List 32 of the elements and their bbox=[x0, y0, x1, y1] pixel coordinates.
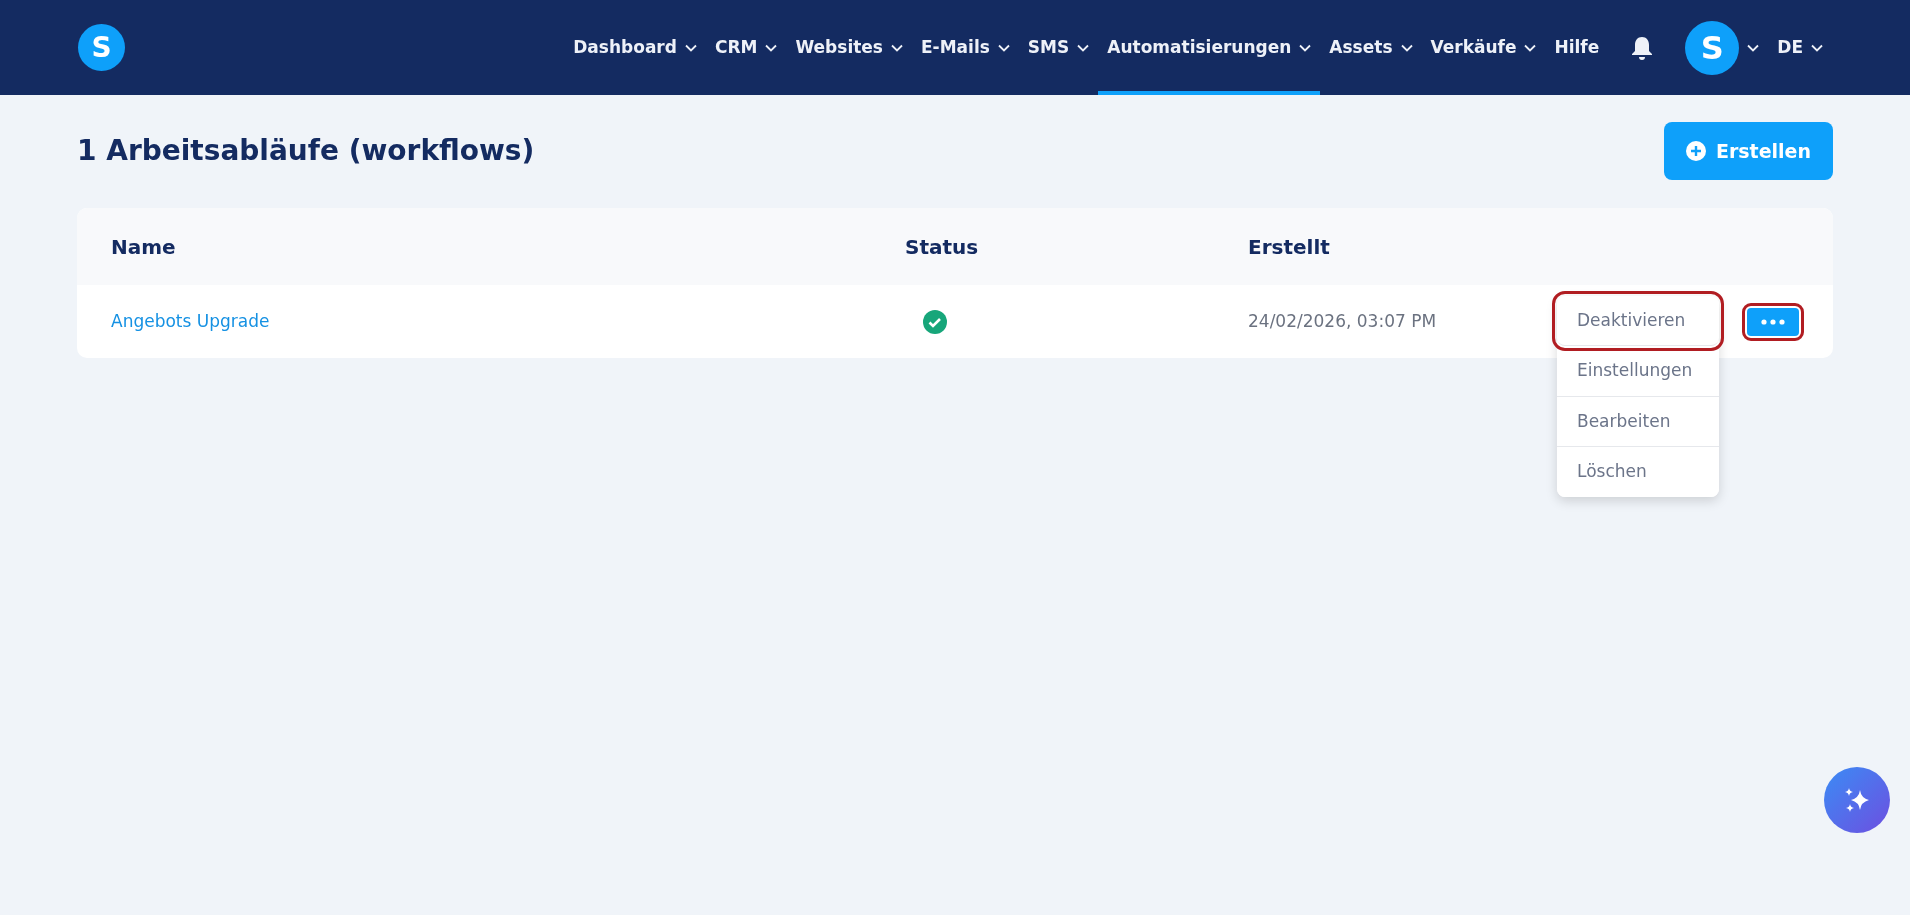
caret-icon bbox=[1524, 43, 1537, 52]
more-icon bbox=[1761, 318, 1785, 325]
caret-icon bbox=[1077, 43, 1090, 52]
nav-item[interactable]: SMS bbox=[1018, 0, 1099, 95]
nav-item[interactable]: Verkäufe bbox=[1421, 0, 1546, 95]
caret-icon bbox=[1811, 43, 1823, 52]
caret-icon bbox=[1299, 43, 1312, 52]
caret-icon bbox=[1400, 43, 1413, 52]
nav-item[interactable]: CRM bbox=[705, 0, 787, 95]
menu-item[interactable]: Bearbeiten bbox=[1557, 396, 1719, 447]
created-date: 24/02/2026, 03:07 PM bbox=[1248, 309, 1437, 333]
nav-item[interactable]: Automatisierungen bbox=[1098, 0, 1321, 95]
caret-icon bbox=[684, 43, 697, 52]
nav-item[interactable]: Hilfe bbox=[1545, 0, 1609, 95]
language-selector[interactable]: DE bbox=[1768, 0, 1832, 95]
column-header: Name bbox=[111, 234, 176, 259]
caret-icon bbox=[891, 43, 903, 52]
menu-item[interactable]: Einstellungen bbox=[1557, 346, 1719, 397]
caret-icon bbox=[765, 43, 778, 52]
page-title: 1 Arbeitsabläufe (workflows) bbox=[77, 134, 535, 168]
column-header: Status bbox=[905, 234, 979, 259]
menu-item[interactable]: Löschen bbox=[1557, 447, 1719, 497]
avatar: S bbox=[1685, 20, 1740, 75]
nav-item[interactable]: Assets bbox=[1320, 0, 1422, 95]
caret-icon bbox=[1747, 43, 1760, 52]
nav-item[interactable]: E-Mails bbox=[912, 0, 1019, 95]
plus-icon bbox=[1685, 141, 1706, 161]
bell-icon bbox=[1631, 35, 1654, 60]
column-header: Erstellt bbox=[1248, 234, 1330, 259]
caret-icon bbox=[997, 43, 1010, 52]
nav-item[interactable]: Websites bbox=[786, 0, 912, 95]
nav-item[interactable]: Dashboard bbox=[564, 0, 706, 95]
